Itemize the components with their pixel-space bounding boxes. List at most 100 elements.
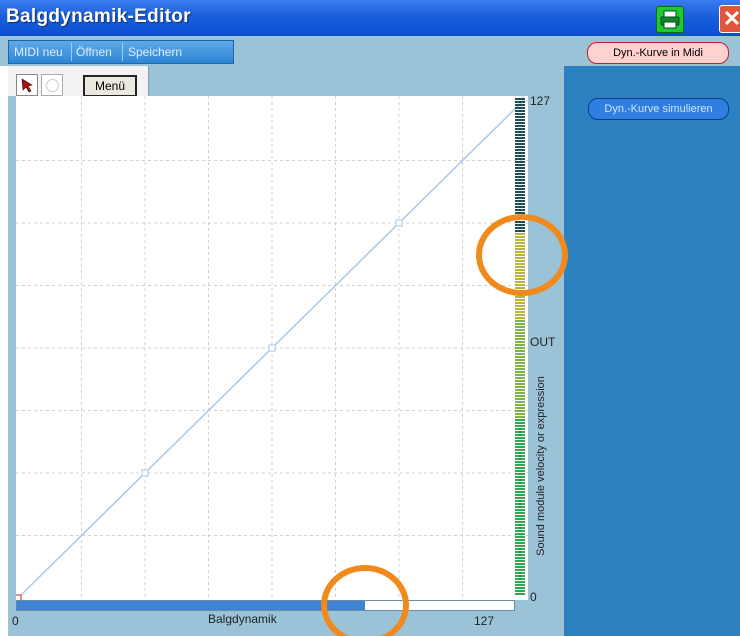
meter-segment xyxy=(515,590,525,592)
tool-row: Menü xyxy=(8,66,149,97)
menu-separator xyxy=(122,43,123,61)
meter-segment xyxy=(515,404,525,406)
meter-segment xyxy=(515,491,525,493)
meter-segment xyxy=(515,452,525,454)
meter-segment xyxy=(515,449,525,451)
meter-segment xyxy=(515,338,525,340)
meter-segment xyxy=(515,584,525,586)
meter-segment xyxy=(515,143,525,145)
meter-segment xyxy=(515,506,525,508)
meter-segment xyxy=(515,329,525,331)
meter-segment xyxy=(515,494,525,496)
curve-control-point[interactable] xyxy=(395,219,403,227)
meter-segment xyxy=(515,479,525,481)
window-title: Balgdynamik-Editor xyxy=(6,6,191,27)
close-x-icon[interactable]: ✕ xyxy=(719,5,740,33)
curve-editor-panel: Menü xyxy=(8,66,564,636)
x-axis-max-label: 127 xyxy=(474,614,495,628)
meter-segment xyxy=(515,407,525,409)
meter-segment xyxy=(515,419,525,421)
curve-chart-svg[interactable] xyxy=(16,96,528,600)
curve-chart[interactable] xyxy=(16,96,528,600)
meter-segment xyxy=(515,431,525,433)
meter-segment xyxy=(515,107,525,109)
y-axis-min-label: 0 xyxy=(530,590,537,604)
meter-segment xyxy=(515,122,525,124)
meter-segment xyxy=(515,356,525,358)
meter-segment xyxy=(515,140,525,142)
meter-segment xyxy=(515,365,525,367)
meter-segment xyxy=(515,593,525,595)
meter-segment xyxy=(515,98,525,100)
meter-segment xyxy=(515,515,525,517)
meter-segment xyxy=(515,551,525,553)
meter-segment xyxy=(515,188,525,190)
meter-segment xyxy=(515,134,525,136)
meter-segment xyxy=(515,299,525,301)
meter-segment xyxy=(515,548,525,550)
meter-segment xyxy=(515,380,525,382)
meter-segment xyxy=(515,206,525,208)
save-curve-to-midi-button[interactable]: Dyn.-Kurve in Midi speichern xyxy=(587,42,729,79)
meter-segment xyxy=(515,326,525,328)
menu-button[interactable]: Menü xyxy=(83,75,137,97)
meter-segment xyxy=(515,308,525,310)
meter-segment xyxy=(515,323,525,325)
meter-segment xyxy=(515,458,525,460)
menu-item-speichern[interactable]: Speichern xyxy=(125,43,185,61)
meter-segment xyxy=(515,116,525,118)
meter-segment xyxy=(515,461,525,463)
arrow-pointer-icon[interactable] xyxy=(16,74,38,96)
meter-segment xyxy=(515,125,525,127)
printer-icon[interactable] xyxy=(656,6,684,33)
meter-segment xyxy=(515,392,525,394)
meter-segment xyxy=(515,305,525,307)
horizontal-scrollbar[interactable] xyxy=(16,600,515,611)
meter-segment xyxy=(515,173,525,175)
meter-segment xyxy=(515,476,525,478)
meter-segment xyxy=(515,473,525,475)
meter-segment xyxy=(515,572,525,574)
meter-segment xyxy=(515,101,525,103)
circle-icon[interactable] xyxy=(41,74,63,96)
file-menu-group: MIDI neu Öffnen Speichern xyxy=(8,40,234,64)
meter-segment xyxy=(515,503,525,505)
menu-bar: MIDI neu Öffnen Speichern Dyn.-Kurve in … xyxy=(0,36,740,79)
meter-segment xyxy=(515,398,525,400)
meter-segment xyxy=(515,203,525,205)
menu-item-midi-neu[interactable]: MIDI neu xyxy=(11,43,66,61)
meter-segment xyxy=(515,563,525,565)
meter-segment xyxy=(515,377,525,379)
meter-segment xyxy=(515,119,525,121)
meter-segment xyxy=(515,497,525,499)
meter-segment xyxy=(515,194,525,196)
meter-segment xyxy=(515,530,525,532)
meter-segment xyxy=(515,512,525,514)
meter-segment xyxy=(515,104,525,106)
curve-control-point[interactable] xyxy=(268,344,276,352)
meter-segment xyxy=(515,152,525,154)
meter-segment xyxy=(515,371,525,373)
meter-segment xyxy=(515,395,525,397)
simulate-curve-button[interactable]: Dyn.-Kurve simulieren xyxy=(588,98,729,120)
meter-segment xyxy=(515,128,525,130)
title-bar: Balgdynamik-Editor ✕ xyxy=(0,0,740,36)
meter-segment xyxy=(515,527,525,529)
scrollbar-fill[interactable] xyxy=(17,601,365,610)
meter-segment xyxy=(515,302,525,304)
meter-segment xyxy=(515,158,525,160)
meter-segment xyxy=(515,416,525,418)
x-axis-title: Balgdynamik xyxy=(208,612,277,626)
meter-segment xyxy=(515,440,525,442)
meter-segment xyxy=(515,362,525,364)
y-axis-title: Sound module velocity or expression xyxy=(531,340,551,590)
meter-segment xyxy=(515,179,525,181)
meter-segment xyxy=(515,368,525,370)
menu-item-oeffnen[interactable]: Öffnen xyxy=(73,43,115,61)
meter-segment xyxy=(515,401,525,403)
curve-control-point[interactable] xyxy=(141,469,149,477)
meter-segment xyxy=(515,131,525,133)
meter-segment xyxy=(515,347,525,349)
meter-segment xyxy=(515,335,525,337)
highlight-circle-meter xyxy=(476,214,568,296)
